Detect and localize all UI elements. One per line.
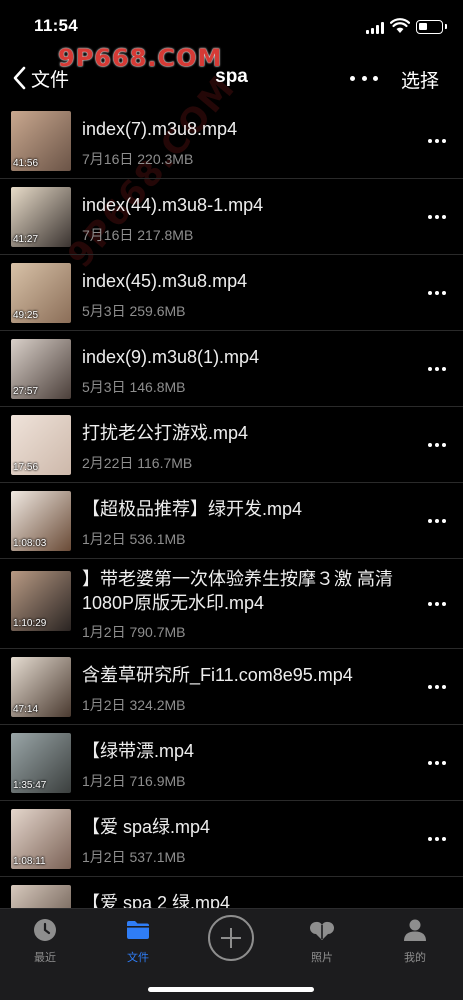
photos-icon <box>310 921 334 940</box>
file-meta: 1月2日 790.7MB <box>82 624 186 640</box>
row-more-button[interactable] <box>428 364 446 374</box>
tab-recent[interactable]: 最近 <box>15 917 75 965</box>
file-meta: 5月3日 259.6MB <box>82 303 186 319</box>
video-duration: 1:08:03 <box>13 538 47 549</box>
video-thumbnail: 47:14 <box>11 657 71 717</box>
file-name: 【爱 spa绿.mp4 <box>82 817 211 837</box>
battery-icon <box>416 20 447 34</box>
video-duration: 1:35:47 <box>13 780 47 791</box>
video-thumbnail: 49:25 <box>11 263 71 323</box>
file-meta: 1月2日 536.1MB <box>82 531 186 547</box>
video-thumbnail <box>11 885 71 908</box>
row-more-button[interactable] <box>428 136 446 146</box>
file-row[interactable]: 47:14 含羞草研究所_Fi11.com8e95.mp4 1月2日 324.2MB <box>0 649 463 725</box>
file-name: 【超极品推荐】绿开发.mp4 <box>82 499 303 519</box>
file-name: index(45).m3u8.mp4 <box>82 271 248 291</box>
video-thumbnail: 1:35:47 <box>11 733 71 793</box>
tab-files[interactable]: 文件 <box>108 917 168 965</box>
video-thumbnail: 41:56 <box>11 111 71 171</box>
clock-icon <box>34 919 56 941</box>
folder-icon <box>127 921 149 939</box>
file-meta: 5月3日 146.8MB <box>82 379 186 395</box>
file-row[interactable]: 17:56 打扰老公打游戏.mp4 2月22日 116.7MB <box>0 407 463 483</box>
tab-label: 文件 <box>127 952 149 964</box>
file-meta: 1月2日 537.1MB <box>82 849 186 865</box>
file-row[interactable]: 1:10:29 】带老婆第一次体验养生按摩３激 高清1080P原版无水印.mp4 1… <box>0 559 463 649</box>
row-more-button[interactable] <box>428 288 446 298</box>
file-name: 【绿带漂.mp4 <box>82 741 195 761</box>
file-name: 打扰老公打游戏.mp4 <box>82 423 249 443</box>
file-row[interactable]: 1:08:11 【爱 spa绿.mp4 1月2日 537.1MB <box>0 801 463 877</box>
file-name: 含羞草研究所_Fi11.com8e95.mp4 <box>82 665 353 685</box>
row-more-button[interactable] <box>428 758 446 768</box>
file-name: index(44).m3u8-1.mp4 <box>82 195 264 215</box>
file-meta: 7月16日 220.3MB <box>82 151 194 167</box>
file-name: index(9).m3u8(1).mp4 <box>82 347 260 367</box>
tab-label: 照片 <box>311 952 333 964</box>
file-meta: 7月16日 217.8MB <box>82 227 194 243</box>
tab-bar: 最近 文件 照片 我的 <box>0 908 463 1000</box>
file-meta: 1月2日 324.2MB <box>82 697 186 713</box>
add-button[interactable] <box>208 915 254 961</box>
video-duration: 49:25 <box>13 310 39 321</box>
file-row[interactable]: 【爱 spa 2 绿.mp4 <box>0 877 463 908</box>
file-meta: 1月2日 716.9MB <box>82 773 186 789</box>
file-name: 【爱 spa 2 绿.mp4 <box>82 893 231 908</box>
video-thumbnail: 1:08:03 <box>11 491 71 551</box>
tab-label: 最近 <box>34 952 56 964</box>
video-duration: 17:56 <box>13 462 39 473</box>
wifi-icon <box>390 18 410 33</box>
file-name: 】带老婆第一次体验养生按摩３激 高清1080P原版无水印.mp4 <box>82 569 393 613</box>
status-time: 11:54 <box>34 16 79 35</box>
file-row[interactable]: 27:57 index(9).m3u8(1).mp4 5月3日 146.8MB <box>0 331 463 407</box>
tab-me[interactable]: 我的 <box>385 917 445 965</box>
file-row[interactable]: 1:08:03 【超极品推荐】绿开发.mp4 1月2日 536.1MB <box>0 483 463 559</box>
file-meta: 2月22日 116.7MB <box>82 455 193 471</box>
row-more-button[interactable] <box>428 599 446 609</box>
row-more-button[interactable] <box>428 440 446 450</box>
row-more-button[interactable] <box>428 834 446 844</box>
video-thumbnail: 1:08:11 <box>11 809 71 869</box>
nav-bar: 文件 spa 选择 <box>0 56 463 100</box>
tab-label: 我的 <box>404 952 426 964</box>
row-more-button[interactable] <box>428 212 446 222</box>
row-more-button[interactable] <box>428 516 446 526</box>
file-row[interactable]: 41:56 index(7).m3u8.mp4 7月16日 220.3MB <box>0 103 463 179</box>
video-thumbnail: 27:57 <box>11 339 71 399</box>
video-duration: 41:56 <box>13 158 39 169</box>
video-duration: 1:08:11 <box>13 856 46 867</box>
file-row[interactable]: 49:25 index(45).m3u8.mp4 5月3日 259.6MB <box>0 255 463 331</box>
select-button[interactable]: 选择 <box>401 66 439 93</box>
file-row[interactable]: 1:35:47 【绿带漂.mp4 1月2日 716.9MB <box>0 725 463 801</box>
video-duration: 41:27 <box>13 234 39 245</box>
status-bar: 11:54 <box>0 0 463 50</box>
video-thumbnail: 17:56 <box>11 415 71 475</box>
video-duration: 27:57 <box>13 386 39 397</box>
home-indicator <box>148 987 314 992</box>
video-duration: 1:10:29 <box>13 618 47 629</box>
file-row[interactable]: 41:27 index(44).m3u8-1.mp4 7月16日 217.8MB <box>0 179 463 255</box>
back-button[interactable]: 文件 <box>12 64 69 92</box>
video-thumbnail: 41:27 <box>11 187 71 247</box>
video-thumbnail: 1:10:29 <box>11 571 71 631</box>
tab-photos[interactable]: 照片 <box>292 917 352 965</box>
file-name: index(7).m3u8.mp4 <box>82 119 238 139</box>
chevron-left-icon <box>13 66 26 90</box>
cellular-signal-icon <box>366 22 386 34</box>
more-options-button[interactable] <box>350 68 378 88</box>
file-list[interactable]: 41:56 index(7).m3u8.mp4 7月16日 220.3MB 41:27… <box>0 103 463 908</box>
page-title: spa <box>215 66 248 87</box>
row-more-button[interactable] <box>428 682 446 692</box>
person-icon <box>404 919 426 941</box>
video-duration: 47:14 <box>13 704 39 715</box>
back-label: 文件 <box>31 69 70 91</box>
